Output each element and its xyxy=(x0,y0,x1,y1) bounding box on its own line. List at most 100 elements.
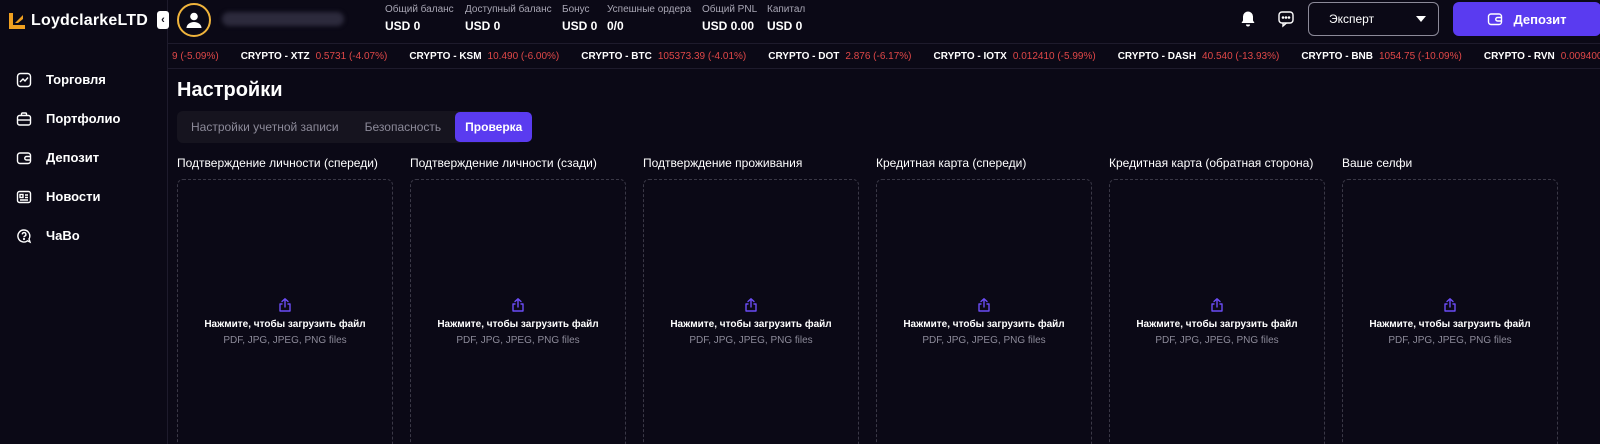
help-chat-icon xyxy=(17,228,32,243)
upload-cta: Нажмите, чтобы загрузить файл xyxy=(670,319,832,330)
chevron-left-icon: ‹ xyxy=(161,14,165,26)
briefcase-icon xyxy=(16,111,32,126)
upload-formats: PDF, JPG, JPEG, PNG files xyxy=(456,335,580,346)
upload-title: Кредитная карта (спереди) xyxy=(876,156,1027,170)
avatar[interactable] xyxy=(177,3,211,37)
sidebar: LoydclarkeLTD ‹ Торговля Портфолио Депоз… xyxy=(0,0,169,444)
deposit-button[interactable]: Депозит xyxy=(1453,2,1600,36)
ticker-item[interactable]: CRYPTO - XTZ 0.5731 (-4.07%) xyxy=(241,51,388,62)
upload-formats: PDF, JPG, JPEG, PNG files xyxy=(223,335,347,346)
ticker-item[interactable]: 9 (-5.09%) xyxy=(172,51,219,62)
sidebar-item-label: Новости xyxy=(46,189,101,204)
sidebar-item-label: ЧаВо xyxy=(46,228,80,243)
upload-cta: Нажмите, чтобы загрузить файл xyxy=(1369,319,1531,330)
upload-formats: PDF, JPG, JPEG, PNG files xyxy=(1388,335,1512,346)
ticker-price: 2.876 (-6.17%) xyxy=(845,51,912,62)
ticker-price: 10.490 (-6.00%) xyxy=(487,51,560,62)
ticker-symbol: CRYPTO - BTC xyxy=(581,51,652,62)
brand-name: LoydclarkeLTD xyxy=(31,12,148,29)
ticker-symbol: CRYPTO - RVN xyxy=(1483,51,1555,62)
price-ticker: 9 (-5.09%) CRYPTO - XTZ 0.5731 (-4.07%) … xyxy=(168,45,1600,69)
sidebar-item-news[interactable]: Новости xyxy=(0,177,168,216)
deposit-button-label: Депозит xyxy=(1513,11,1567,27)
upload-cta: Нажмите, чтобы загрузить файл xyxy=(903,319,1065,330)
upload-proof-of-residence: Подтверждение проживания Нажмите, чтобы … xyxy=(643,156,859,444)
stat-value: USD 0 xyxy=(465,19,501,33)
upload-cta: Нажмите, чтобы загрузить файл xyxy=(437,319,599,330)
stat-label: Доступный баланс xyxy=(465,4,552,15)
ticker-item[interactable]: CRYPTO - BNB 1054.75 (-10.09%) xyxy=(1301,51,1462,62)
brand-logo[interactable]: LoydclarkeLTD xyxy=(6,10,148,32)
stat-label: Общий PNL xyxy=(702,4,758,15)
tab-verification[interactable]: Проверка xyxy=(455,112,533,142)
ticker-item[interactable]: CRYPTO - KSM 10.490 (-6.00%) xyxy=(409,51,559,62)
upload-selfie: Ваше селфи Нажмите, чтобы загрузить файл… xyxy=(1342,156,1558,444)
upload-cta: Нажмите, чтобы загрузить файл xyxy=(1136,319,1298,330)
user-icon xyxy=(186,12,202,28)
upload-dropzone[interactable]: Нажмите, чтобы загрузить файл PDF, JPG, … xyxy=(1109,179,1325,444)
sidebar-item-deposit[interactable]: Депозит xyxy=(0,138,168,177)
ticker-symbol: CRYPTO - DASH xyxy=(1117,51,1197,62)
upload-dropzone[interactable]: Нажмите, чтобы загрузить файл PDF, JPG, … xyxy=(643,179,859,444)
stat-value: USD 0 xyxy=(767,19,803,33)
ticker-price: 40.540 (-13.93%) xyxy=(1202,51,1280,62)
stat-value: USD 0.00 xyxy=(702,19,755,33)
ticker-item[interactable]: CRYPTO - BTC 105373.39 (-4.01%) xyxy=(581,51,746,62)
stat-available-balance: Доступный баланс USD 0 xyxy=(465,4,552,33)
sidebar-item-trading[interactable]: Торговля xyxy=(0,60,168,99)
ticker-price: 9 (-5.09%) xyxy=(172,51,219,62)
username-redacted xyxy=(222,12,344,26)
sidebar-item-label: Портфолио xyxy=(46,111,121,126)
upload-icon xyxy=(978,298,990,312)
stat-total-pnl: Общий PNL USD 0.00 xyxy=(702,4,757,33)
ticker-item[interactable]: CRYPTO - DASH 40.540 (-13.93%) xyxy=(1118,51,1280,62)
chat-icon[interactable] xyxy=(1277,10,1295,28)
upload-dropzone[interactable]: Нажмите, чтобы загрузить файл PDF, JPG, … xyxy=(876,179,1092,444)
ticker-symbol: CRYPTO - BNB xyxy=(1301,51,1373,62)
upload-dropzone[interactable]: Нажмите, чтобы загрузить файл PDF, JPG, … xyxy=(177,179,393,444)
ticker-item[interactable]: CRYPTO - DOT 2.876 (-6.17%) xyxy=(768,51,911,62)
stat-bonus: Бонус USD 0 xyxy=(562,4,597,33)
bell-icon[interactable] xyxy=(1239,10,1257,28)
upload-formats: PDF, JPG, JPEG, PNG files xyxy=(689,335,813,346)
sidebar-item-portfolio[interactable]: Портфолио xyxy=(0,99,168,138)
wallet-icon xyxy=(1488,13,1503,26)
stat-label: Успешные ордера xyxy=(607,4,692,15)
ticker-item[interactable]: CRYPTO - IOTX 0.012410 (-5.99%) xyxy=(934,51,1096,62)
ticker-track: 9 (-5.09%) CRYPTO - XTZ 0.5731 (-4.07%) … xyxy=(172,51,1600,62)
newspaper-icon xyxy=(16,190,32,203)
sidebar-nav: Торговля Портфолио Депозит Новости ЧаВо xyxy=(0,60,168,255)
tab-account-settings[interactable]: Настройки учетной записи xyxy=(191,120,339,134)
ticker-item[interactable]: CRYPTO - RVN 0.009400 (-1.36%) xyxy=(1484,51,1600,62)
stat-value: USD 0 xyxy=(562,19,598,33)
stat-successful-orders: Успешные ордера 0/0 xyxy=(607,4,691,33)
ticker-price: 0.012410 (-5.99%) xyxy=(1012,51,1096,62)
page-title: Настройки xyxy=(177,79,283,101)
mode-select[interactable]: Эксперт xyxy=(1308,2,1439,36)
upload-title: Подтверждение личности (спереди) xyxy=(177,156,378,170)
stat-label: Капитал xyxy=(767,4,806,15)
ticker-symbol: CRYPTO - KSM xyxy=(409,51,482,62)
upload-icon xyxy=(1211,298,1223,312)
ticker-symbol: CRYPTO - XTZ xyxy=(240,51,310,62)
tab-security[interactable]: Безопасность xyxy=(365,120,442,134)
upload-icon xyxy=(1444,298,1456,312)
upload-icon xyxy=(279,298,291,312)
ticker-price: 1054.75 (-10.09%) xyxy=(1379,51,1462,62)
upload-id-front: Подтверждение личности (спереди) Нажмите… xyxy=(177,156,393,444)
ticker-symbol: CRYPTO - DOT xyxy=(768,51,840,62)
upload-cta: Нажмите, чтобы загрузить файл xyxy=(204,319,366,330)
upload-formats: PDF, JPG, JPEG, PNG files xyxy=(922,335,1046,346)
upload-formats: PDF, JPG, JPEG, PNG files xyxy=(1155,335,1279,346)
ticker-price: 105373.39 (-4.01%) xyxy=(657,51,747,62)
settings-tabs: Настройки учетной записи Безопасность Пр… xyxy=(177,111,533,143)
upload-dropzone[interactable]: Нажмите, чтобы загрузить файл PDF, JPG, … xyxy=(410,179,626,444)
ticker-price: 0.009400 (-1.36%) xyxy=(1560,51,1600,62)
upload-title: Подтверждение личности (сзади) xyxy=(410,156,597,170)
brand-logo-icon xyxy=(9,13,25,29)
upload-card-front: Кредитная карта (спереди) Нажмите, чтобы… xyxy=(876,156,1092,444)
upload-icon xyxy=(512,298,524,312)
sidebar-item-faq[interactable]: ЧаВо xyxy=(0,216,168,255)
upload-dropzone[interactable]: Нажмите, чтобы загрузить файл PDF, JPG, … xyxy=(1342,179,1558,444)
upload-card-back: Кредитная карта (обратная сторона) Нажми… xyxy=(1109,156,1325,444)
